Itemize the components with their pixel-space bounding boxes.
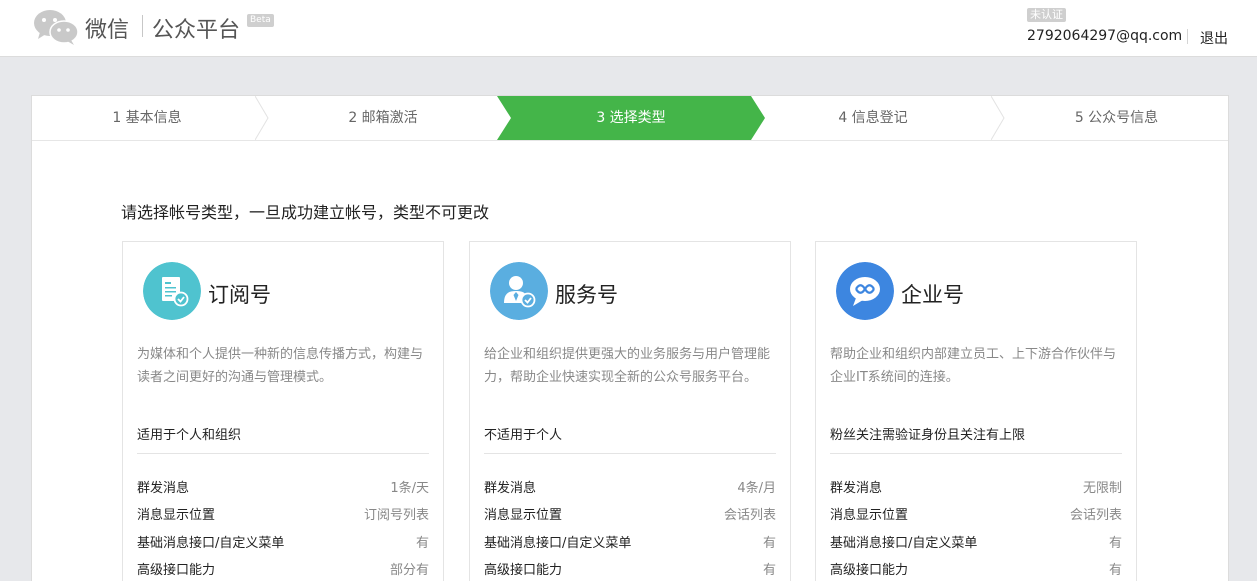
feature-row: 基础消息接口/自定义菜单 有	[484, 532, 776, 552]
account-email[interactable]: 2792064297@qq.com	[1027, 28, 1182, 44]
feature-name: 群发消息	[830, 481, 883, 496]
feature-value: 有	[762, 563, 776, 578]
feature-value: 有	[1108, 563, 1122, 578]
feature-value: 会话列表	[1069, 508, 1122, 523]
register-panel: 1 基本信息 2 邮箱激活 3 选择类型 4 信息登记 5 公众号信息 请选择帐…	[31, 95, 1229, 581]
feature-row: 高级接口能力 有	[484, 559, 776, 579]
card-suitability: 适用于个人和组织	[137, 428, 242, 443]
feature-value: 部分有	[389, 563, 429, 578]
feature-row: 消息显示位置 会话列表	[484, 504, 776, 524]
top-header: 微信 公众平台 Beta 未认证 2792064297@qq.com 退出	[0, 0, 1257, 57]
step-basic-info: 1 基本信息	[112, 110, 182, 126]
feature-row: 消息显示位置 订阅号列表	[137, 504, 429, 524]
card-title: 订阅号	[208, 283, 271, 307]
card-title: 企业号	[901, 283, 964, 307]
card-subscription[interactable]: 订阅号 为媒体和个人提供一种新的信息传播方式，构建与读者之间更好的沟通与管理模式…	[122, 241, 444, 581]
step-select-type: 3 选择类型	[596, 110, 666, 126]
feature-name: 高级接口能力	[137, 563, 216, 578]
feature-row: 消息显示位置 会话列表	[830, 504, 1122, 524]
feature-name: 基础消息接口/自定义菜单	[830, 536, 978, 551]
card-suitability: 不适用于个人	[484, 428, 563, 443]
step-account-info: 5 公众号信息	[1074, 110, 1159, 126]
feature-name: 消息显示位置	[484, 508, 563, 523]
feature-name: 基础消息接口/自定义菜单	[137, 536, 285, 551]
brand-wechat: 微信	[85, 18, 130, 43]
card-title: 服务号	[555, 283, 618, 307]
feature-value: 有	[1108, 536, 1122, 551]
step-separator	[255, 96, 269, 140]
brand-divider	[142, 15, 143, 37]
feature-name: 消息显示位置	[830, 508, 909, 523]
feature-value: 有	[415, 536, 429, 551]
feature-name: 高级接口能力	[830, 563, 909, 578]
feature-name: 基础消息接口/自定义菜单	[484, 536, 632, 551]
feature-value: 1条/天	[390, 481, 429, 496]
step-info-registration: 4 信息登记	[838, 110, 908, 126]
card-enterprise[interactable]: 企业号 帮助企业和组织内部建立员工、上下游合作伙伴与企业IT系统间的连接。 粉丝…	[815, 241, 1137, 581]
card-divider	[830, 453, 1122, 454]
wechat-logo-icon	[34, 10, 79, 45]
step-email-activation: 2 邮箱激活	[348, 110, 418, 126]
brand-title: 公众平台	[152, 18, 241, 43]
card-description: 为媒体和个人提供一种新的信息传播方式，构建与读者之间更好的沟通与管理模式。	[137, 347, 424, 385]
feature-row: 高级接口能力 有	[830, 559, 1122, 579]
feature-name: 消息显示位置	[137, 508, 216, 523]
type-select-prompt: 请选择帐号类型，一旦成功建立帐号，类型不可更改	[121, 203, 490, 222]
card-divider	[137, 453, 429, 454]
card-description: 帮助企业和组织内部建立员工、上下游合作伙伴与企业IT系统间的连接。	[830, 347, 1117, 385]
feature-row: 高级接口能力 部分有	[137, 559, 429, 579]
feature-value: 会话列表	[723, 508, 776, 523]
feature-row: 基础消息接口/自定义菜单 有	[137, 532, 429, 552]
feature-row: 群发消息 无限制	[830, 477, 1122, 497]
unverified-badge: 未认证	[1027, 8, 1066, 22]
user-divider	[1187, 29, 1188, 44]
card-service[interactable]: 服务号 给企业和组织提供更强大的业务服务与用户管理能力，帮助企业快速实现全新的公…	[469, 241, 791, 581]
enterprise-chat-icon	[836, 262, 894, 320]
steps-bar: 1 基本信息 2 邮箱激活 3 选择类型 4 信息登记 5 公众号信息	[32, 96, 1228, 141]
step-separator	[991, 96, 1005, 140]
feature-name: 高级接口能力	[484, 563, 563, 578]
feature-name: 群发消息	[137, 481, 190, 496]
feature-row: 群发消息 1条/天	[137, 477, 429, 497]
card-divider	[484, 453, 776, 454]
card-description: 给企业和组织提供更强大的业务服务与用户管理能力，帮助企业快速实现全新的公众号服务…	[484, 347, 771, 385]
feature-value: 4条/月	[737, 481, 776, 496]
feature-value: 订阅号列表	[363, 508, 429, 523]
feature-value: 有	[762, 536, 776, 551]
feature-row: 基础消息接口/自定义菜单 有	[830, 532, 1122, 552]
logout-link[interactable]: 退出	[1200, 28, 1228, 48]
service-person-icon	[490, 262, 548, 320]
feature-name: 群发消息	[484, 481, 537, 496]
feature-value: 无限制	[1082, 481, 1122, 496]
card-suitability: 粉丝关注需验证身份且关注有上限	[830, 428, 1026, 443]
beta-badge: Beta	[247, 14, 274, 27]
subscription-doc-icon	[143, 262, 201, 320]
feature-row: 群发消息 4条/月	[484, 477, 776, 497]
